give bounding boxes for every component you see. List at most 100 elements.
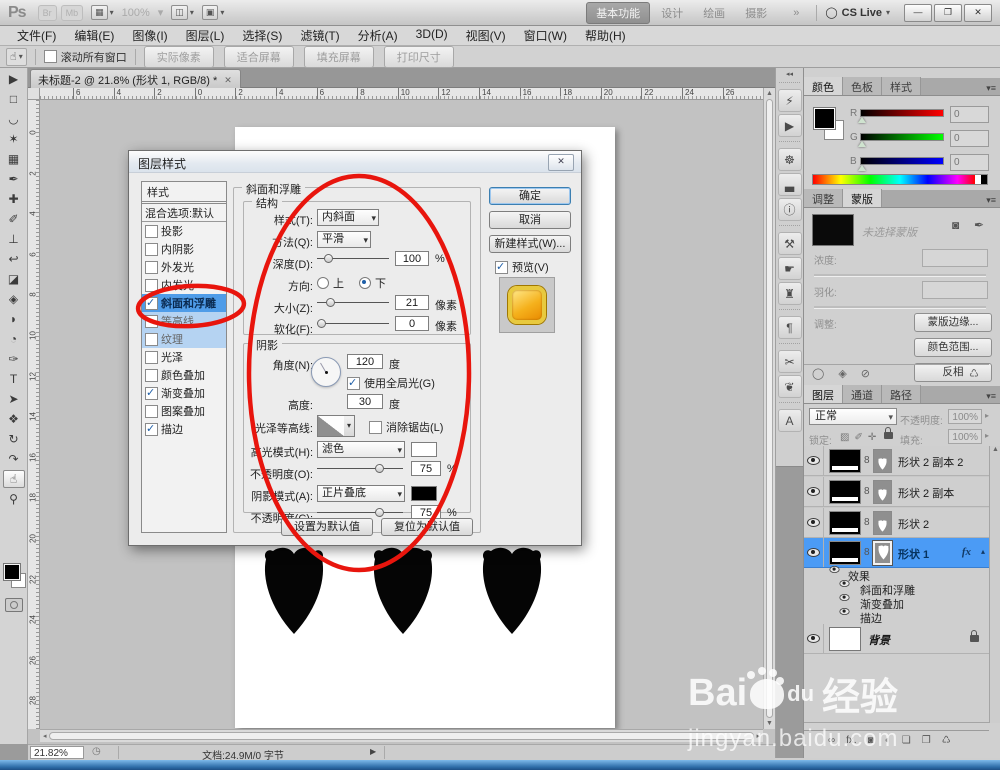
pixel-mask-icon[interactable]: ◙ [952,218,959,232]
style-item-投影[interactable]: 投影 [142,222,226,240]
quick-mask-icon[interactable] [5,598,23,612]
channel-value-field[interactable]: 0 [950,106,989,123]
effect-row-效果[interactable]: 效果 [804,565,989,583]
horizontal-scrollbar[interactable]: ◂ ▸ [40,729,763,742]
feather-slider[interactable] [814,306,986,309]
menu-3D(D)[interactable]: 3D(D) [407,25,457,46]
option-button-适合屏幕[interactable]: 适合屏幕 [223,45,294,68]
vertical-scrollbar[interactable]: ▲ ▼ [763,88,775,729]
angle-dial[interactable] [311,357,341,387]
lock-paint-icon[interactable]: ✐ [854,432,862,443]
layer-thumbnail[interactable] [829,541,861,565]
visibility-toggle[interactable] [804,477,824,506]
panel-icon-clone-source[interactable]: ♜ [777,282,802,305]
pen-tool[interactable]: ✑ [3,350,25,368]
bevel-style-select[interactable]: 内斜面 [317,209,379,226]
workspace-设计[interactable]: 设计 [652,3,692,23]
style-checkbox[interactable] [145,296,158,310]
crop-tool[interactable]: ▦ [3,150,25,168]
3d-rotate-tool[interactable]: ↻ [3,430,25,448]
workspace-摄影[interactable]: 摄影 [736,3,776,23]
panel-icon-actions[interactable]: ▶ [777,114,802,137]
blend-mode-select[interactable]: 正常 [809,408,897,425]
vector-mask-thumbnail[interactable] [873,480,892,504]
menu-帮助(H)[interactable]: 帮助(H) [576,25,635,46]
workspace-绘画[interactable]: 绘画 [694,3,734,23]
altitude-field[interactable]: 30 [347,394,383,409]
zoom-tool[interactable]: ⚲ [3,490,25,508]
panel-menu-icon[interactable]: ▾≡ [981,82,1000,95]
tab-颜色[interactable]: 颜色 [804,77,843,95]
style-checkbox[interactable] [145,314,158,328]
visibility-toggle[interactable] [804,508,824,537]
depth-slider[interactable] [317,252,389,265]
workspace-基本功能[interactable]: 基本功能 [586,1,651,24]
opacity-arrow-icon[interactable]: ▸ [985,411,989,420]
style-item-颜色叠加[interactable]: 颜色叠加 [142,366,226,384]
slider-thumb[interactable] [858,117,866,123]
menu-滤镜(T)[interactable]: 滤镜(T) [291,25,348,46]
vector-mask-icon[interactable]: ✒ [974,218,984,232]
style-checkbox[interactable] [145,260,158,274]
delete-layer-icon[interactable]: ♺ [942,735,951,746]
scrollbar-thumb[interactable] [48,732,755,740]
antialias-checkbox[interactable]: 消除锯齿(L) [369,419,443,435]
technique-select[interactable]: 平滑 [317,231,371,248]
effect-row-斜面和浮雕[interactable]: 斜面和浮雕 [804,579,989,597]
custom-shape-tool[interactable]: ❖ [3,410,25,428]
lock-transparent-icon[interactable]: ▨ [840,432,849,443]
layer-thumbnail[interactable] [829,627,861,651]
layer-row-形状 2 副本 2[interactable]: 8 形状 2 副本 2 [804,446,989,476]
tab-通道[interactable]: 通道 [843,385,882,403]
channel-value-field[interactable]: 0 [950,154,989,171]
collapse-effects-icon[interactable]: ▴ [981,547,985,556]
panel-icon-histogram[interactable]: ▃ [777,173,802,196]
eraser-tool[interactable]: ◪ [3,270,25,288]
move-tool[interactable]: ▶ [3,70,25,88]
vector-mask-thumbnail[interactable] [873,511,892,535]
highlight-mode-select[interactable]: 滤色 [317,441,405,458]
direction-down-radio[interactable]: 下 [359,275,386,291]
lasso-tool[interactable]: ◡ [3,110,25,128]
menu-编辑(E)[interactable]: 编辑(E) [65,25,123,46]
tab-路径[interactable]: 路径 [882,385,921,403]
new-group-icon[interactable]: ❏ [902,735,911,746]
apply-mask-icon[interactable]: ◈ [838,367,846,380]
style-checkbox[interactable] [145,404,158,418]
ok-button[interactable]: 确定 [489,187,571,205]
link-layers-icon[interactable]: ∞ [828,735,835,746]
shadow-mode-select[interactable]: 正片叠底 [317,485,405,502]
disable-mask-icon[interactable]: ⊘ [861,367,870,380]
effect-row-渐变叠加[interactable]: 渐变叠加 [804,593,989,611]
option-button-填充屏幕[interactable]: 填充屏幕 [303,45,374,68]
style-checkbox[interactable] [145,422,158,436]
screen-mode-icon[interactable]: ▣ ▾ [201,5,224,20]
direction-up-radio[interactable]: 上 [317,275,344,291]
channel-gradient-slider[interactable] [860,157,944,165]
style-item-外发光[interactable]: 外发光 [142,258,226,276]
hand-tool[interactable]: ☝ [2,470,25,488]
option-button-实际像素[interactable]: 实际像素 [143,45,214,68]
density-slider[interactable] [814,274,986,277]
layer-thumbnail[interactable] [829,480,861,504]
lock-all-icon[interactable] [884,427,893,439]
layer-row-background[interactable]: 背景 [804,624,989,654]
tab-图层[interactable]: 图层 [804,385,843,403]
soften-slider[interactable] [317,317,389,330]
shadow-color-swatch[interactable] [411,486,437,501]
style-item-斜面和浮雕[interactable]: 斜面和浮雕 [142,294,226,312]
selection-from-mask-icon[interactable]: ◯ [812,367,824,380]
tab-色板[interactable]: 色板 [843,77,882,95]
tab-蒙版[interactable]: 蒙版 [843,189,882,207]
layer-row-形状 1[interactable]: 8 形状 1 fx ▴ [804,538,989,568]
slider-thumb[interactable] [858,141,866,147]
minimize-button[interactable]: — [904,3,932,22]
history-brush-tool[interactable]: ↩ [3,250,25,268]
adjustment-layer-icon[interactable]: ◐ [885,735,891,746]
panel-menu-icon[interactable]: ▾≡ [981,390,1000,403]
preview-checkbox[interactable]: 预览(V) [495,259,549,275]
eyedropper-tool[interactable]: ✒ [3,170,25,188]
layer-row-形状 2[interactable]: 8 形状 2 [804,508,989,538]
restore-button[interactable]: ❐ [934,3,962,22]
fill-field[interactable]: 100% [948,429,982,444]
